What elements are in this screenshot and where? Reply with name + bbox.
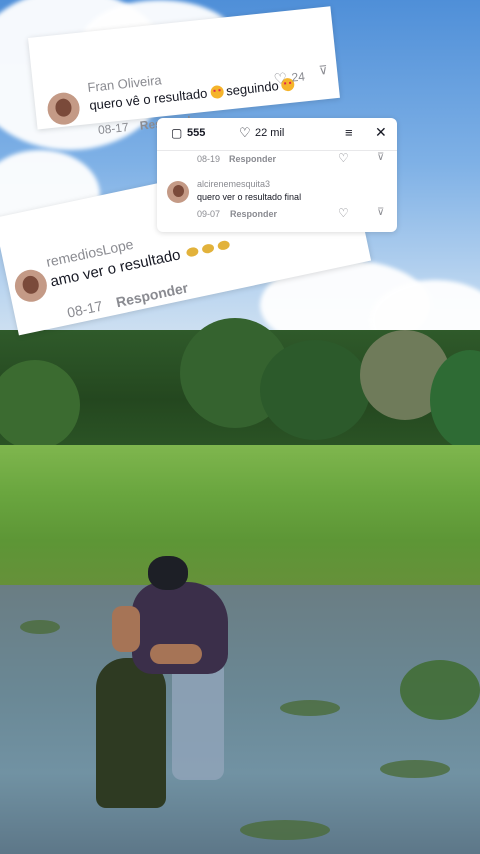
panel-header: ▢ 555 ♡ 22 mil ≡ ✕ xyxy=(157,118,397,151)
lily-pad xyxy=(380,760,450,778)
reply-button[interactable]: Responder xyxy=(229,154,276,164)
lily-pad xyxy=(240,820,330,840)
heart-icon: ♡ xyxy=(239,125,251,140)
comment-icon: ▢ xyxy=(171,126,183,140)
coin-emoji-icon xyxy=(201,243,215,255)
tree xyxy=(260,340,370,440)
lily-pad xyxy=(400,660,480,720)
comment-text-part: seguindo xyxy=(225,78,280,99)
comment-date: 08-17 xyxy=(65,297,105,321)
weeds-clump xyxy=(96,658,166,808)
dislike-icon[interactable]: ⊽ xyxy=(377,152,384,163)
avatar xyxy=(167,181,189,203)
person-arm xyxy=(112,606,140,652)
comment-text: quero ver o resultado final xyxy=(197,192,302,202)
coin-emoji-icon xyxy=(185,246,199,258)
comments-panel: ▢ 555 ♡ 22 mil ≡ ✕ 08-19 Responder ♡ ⊽ a… xyxy=(157,118,397,232)
person-legs xyxy=(172,660,224,780)
lily-pad xyxy=(280,700,340,716)
reply-button[interactable]: Responder xyxy=(230,209,277,219)
heart-icon[interactable]: ♡ xyxy=(273,69,288,88)
avatar xyxy=(45,91,82,127)
heart-icon[interactable]: ♡ xyxy=(338,151,349,165)
avatar xyxy=(11,266,50,305)
like-total: 22 mil xyxy=(255,127,285,139)
heart-icon[interactable]: ♡ xyxy=(338,206,349,220)
lily-pad xyxy=(20,620,60,634)
person-arm xyxy=(150,644,202,664)
comment-date: 09-07 xyxy=(197,209,221,219)
person-head xyxy=(148,556,188,590)
comment-date: 08-19 xyxy=(197,154,221,164)
grass-field xyxy=(0,445,480,605)
like-count: 24 xyxy=(290,69,306,85)
close-icon[interactable]: ✕ xyxy=(375,124,387,141)
filter-icon[interactable]: ≡ xyxy=(345,125,353,140)
dislike-icon[interactable]: ⊽ xyxy=(377,207,384,218)
comment-username: alcirenemesquita3 xyxy=(197,179,271,189)
heart-eyes-emoji-icon xyxy=(209,84,224,100)
coin-emoji-icon xyxy=(216,239,231,252)
comment-count: 555 xyxy=(187,127,206,139)
pond-water xyxy=(0,585,480,854)
dislike-icon[interactable]: ⊽ xyxy=(318,63,328,78)
